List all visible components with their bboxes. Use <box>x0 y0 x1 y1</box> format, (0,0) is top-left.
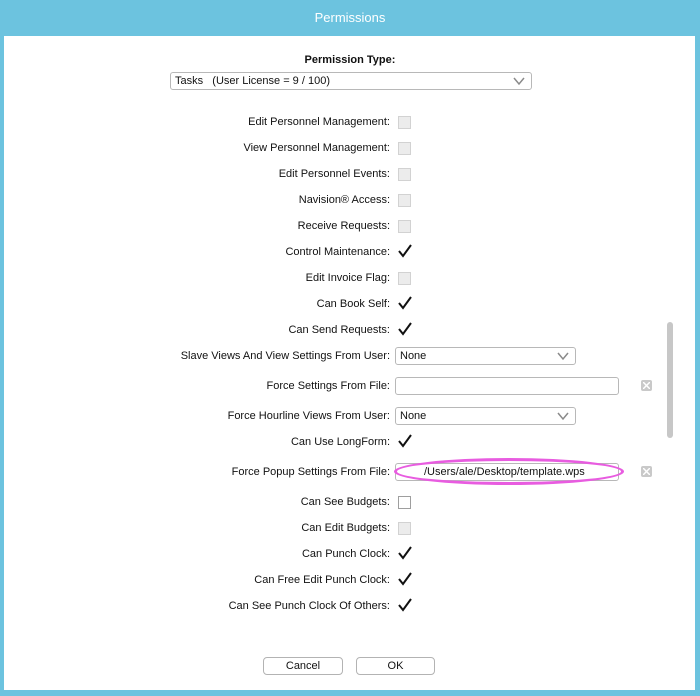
can-use-longform-label: Can Use LongForm: <box>290 436 390 448</box>
force-hourline-views-value: None <box>400 410 427 422</box>
can-send-requests-label: Can Send Requests: <box>288 324 390 336</box>
slave-views-select[interactable]: None <box>395 347 576 365</box>
edit-invoice-flag-label: Edit Invoice Flag: <box>305 272 390 284</box>
navision-access-checkbox <box>398 194 411 207</box>
force-settings-file-label: Force Settings From File: <box>266 380 390 392</box>
can-see-budgets-label: Can See Budgets: <box>300 496 390 508</box>
can-use-longform-checkmark-icon[interactable] <box>398 434 412 448</box>
can-free-edit-punch-clock-checkmark-icon[interactable] <box>398 572 412 586</box>
permission-type-label: Permission Type: <box>304 54 396 66</box>
can-edit-budgets-label: Can Edit Budgets: <box>301 522 390 534</box>
permission-type-value: Tasks (User License = 9 / 100) <box>175 75 330 87</box>
can-send-requests-checkmark-icon[interactable] <box>398 322 412 336</box>
view-personnel-management-label: View Personnel Management: <box>243 142 390 154</box>
force-hourline-views-select[interactable]: None <box>395 407 576 425</box>
force-settings-file-field[interactable] <box>395 377 619 395</box>
force-popup-settings-value: /Users/ale/Desktop/template.wps <box>424 466 585 478</box>
chevron-down-icon <box>557 412 569 421</box>
edit-personnel-management-label: Edit Personnel Management: <box>248 116 390 128</box>
can-see-punch-clock-others-label: Can See Punch Clock Of Others: <box>228 600 390 612</box>
slave-views-label: Slave Views And View Settings From User: <box>180 350 390 362</box>
title-bar: Permissions <box>0 0 700 36</box>
control-maintenance-checkmark-icon[interactable] <box>398 244 412 258</box>
window-title: Permissions <box>314 10 386 25</box>
receive-requests-label: Receive Requests: <box>297 220 390 232</box>
chevron-down-icon <box>513 77 525 86</box>
clear-x-icon[interactable] <box>641 466 652 477</box>
navision-access-label: Navision® Access: <box>298 194 390 206</box>
permissions-panel <box>4 36 695 690</box>
edit-personnel-events-label: Edit Personnel Events: <box>278 168 390 180</box>
edit-personnel-management-checkbox <box>398 116 411 129</box>
cancel-button[interactable]: Cancel <box>263 657 343 675</box>
force-popup-settings-label: Force Popup Settings From File: <box>231 466 390 478</box>
control-maintenance-label: Control Maintenance: <box>285 246 390 258</box>
can-punch-clock-checkmark-icon[interactable] <box>398 546 412 560</box>
force-hourline-views-label: Force Hourline Views From User: <box>227 410 390 422</box>
ok-button[interactable]: OK <box>356 657 435 675</box>
force-popup-settings-field[interactable]: /Users/ale/Desktop/template.wps <box>395 463 619 481</box>
slave-views-value: None <box>400 350 427 362</box>
can-book-self-checkmark-icon[interactable] <box>398 296 412 310</box>
clear-x-icon[interactable] <box>641 380 652 391</box>
chevron-down-icon <box>557 352 569 361</box>
can-book-self-label: Can Book Self: <box>316 298 390 310</box>
scrollbar-thumb[interactable] <box>667 322 673 438</box>
edit-invoice-flag-checkbox <box>398 272 411 285</box>
can-edit-budgets-checkbox <box>398 522 411 535</box>
can-see-punch-clock-others-checkmark-icon[interactable] <box>398 598 412 612</box>
edit-personnel-events-checkbox <box>398 168 411 181</box>
can-punch-clock-label: Can Punch Clock: <box>301 548 390 560</box>
receive-requests-checkbox <box>398 220 411 233</box>
can-see-budgets-checkbox[interactable] <box>398 496 411 509</box>
view-personnel-management-checkbox <box>398 142 411 155</box>
permission-type-select[interactable]: Tasks (User License = 9 / 100) <box>170 72 532 90</box>
can-free-edit-punch-clock-label: Can Free Edit Punch Clock: <box>254 574 390 586</box>
